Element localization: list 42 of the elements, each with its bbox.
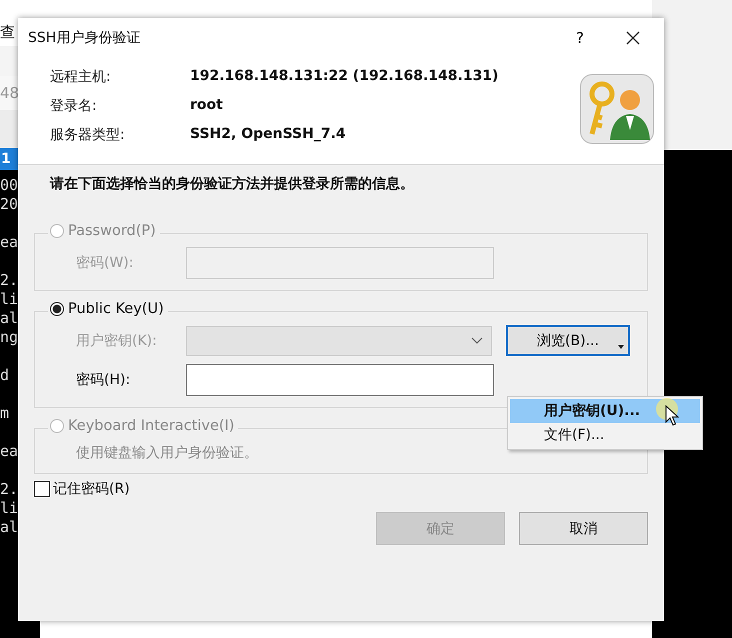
- terminal-line: ea: [0, 233, 20, 252]
- menu-item[interactable]: 文件(F)...: [510, 423, 700, 447]
- terminal-line: al: [0, 518, 20, 537]
- menu-item[interactable]: 查: [0, 22, 15, 42]
- info-value: SSH2, OpenSSH_7.4: [190, 126, 346, 144]
- terminal-line: li: [0, 499, 20, 518]
- checkbox[interactable]: [34, 481, 50, 497]
- address-text: 48: [0, 84, 20, 102]
- info-label: 服务器类型:: [50, 126, 126, 144]
- terminal-line: 2.: [0, 480, 20, 499]
- dialog-button[interactable]: 取消: [519, 512, 648, 545]
- password-field[interactable]: [186, 364, 494, 396]
- terminal-line: d: [0, 366, 10, 385]
- checkbox-label: 记住密码(R): [53, 480, 130, 498]
- field-label: 密码(H):: [76, 371, 132, 389]
- info-label: 登录名:: [50, 97, 98, 115]
- info-value: 192.168.148.131:22 (192.168.148.131): [190, 68, 498, 86]
- field-label: 密码(W):: [76, 254, 134, 272]
- instruction-text: 请在下面选择恰当的身份验证方法并提供登录所需的信息。: [48, 175, 415, 193]
- terminal-line: 00: [0, 176, 20, 195]
- terminal-line: ea: [0, 442, 20, 461]
- radio-label: Keyboard Interactive(I): [68, 418, 234, 434]
- radio-label: Public Key(U): [68, 301, 164, 317]
- key-user-icon: [580, 74, 654, 144]
- terminal-line: al: [0, 309, 20, 328]
- caret-icon: [618, 345, 624, 349]
- window-title: SSH用户身份验证: [28, 29, 142, 47]
- radio-button[interactable]: [50, 302, 64, 316]
- help-button[interactable]: ?: [572, 29, 588, 47]
- info-value: root: [190, 97, 223, 115]
- field-label: 用户密钥(K):: [76, 332, 158, 350]
- method-description: 使用键盘输入用户身份验证。: [75, 444, 259, 462]
- terminal-line: m: [0, 404, 10, 423]
- terminal-line: ng: [0, 328, 20, 347]
- radio-label: Password(P): [68, 223, 156, 239]
- info-label: 远程主机:: [50, 68, 112, 86]
- terminal-line: 20: [0, 195, 20, 214]
- terminal-line: 2.: [0, 271, 20, 290]
- chevron-icon: [471, 337, 483, 344]
- terminal-line: li: [0, 290, 20, 309]
- close-icon[interactable]: [626, 31, 640, 45]
- menu-item[interactable]: 用户密钥(U)...: [510, 399, 700, 423]
